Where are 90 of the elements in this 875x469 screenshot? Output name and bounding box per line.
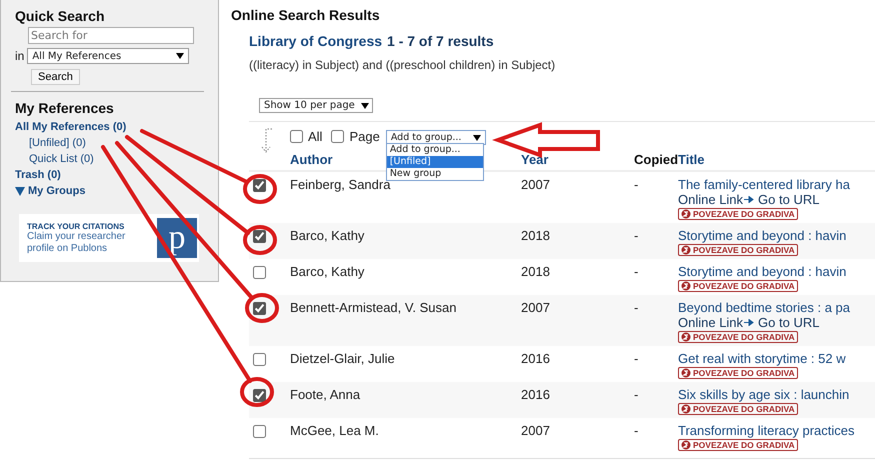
year-cell: 2018 — [521, 228, 550, 243]
source-link[interactable]: Library of Congress — [249, 33, 382, 49]
copied-cell: - — [634, 387, 638, 402]
reference-link[interactable]: Trash (0) — [15, 167, 218, 183]
expanded-triangle-icon[interactable] — [15, 186, 25, 196]
row-checkbox[interactable] — [253, 230, 266, 243]
arrow-icon — [744, 319, 754, 326]
author-cell: Bennett-Armistead, V. Susan — [290, 300, 456, 315]
title-link[interactable]: Beyond bedtime stories : a pa — [678, 300, 850, 315]
promo-banner[interactable]: TRACK YOUR CITATIONS Claim your researcher profile on Publons p — [19, 214, 199, 262]
title-link[interactable]: The family-centered library ha — [678, 177, 850, 192]
author-cell: Barco, Kathy — [290, 228, 364, 243]
author-cell: Barco, Kathy — [290, 264, 364, 279]
url-link[interactable]: Go to URL — [758, 192, 820, 207]
promo-heading: TRACK YOUR CITATIONS — [27, 222, 126, 230]
online-link-label: Online Link — [678, 192, 744, 207]
row-checkbox[interactable] — [253, 302, 266, 315]
copied-cell: - — [634, 177, 638, 192]
link-badge[interactable]: POVEZAVE DO GRADIVA — [678, 403, 798, 415]
column-header[interactable]: Title — [678, 152, 704, 167]
link-badge[interactable]: POVEZAVE DO GRADIVA — [678, 244, 798, 256]
reference-link[interactable]: All My References (0) — [15, 119, 218, 135]
year-cell: 2007 — [521, 177, 550, 192]
year-cell: 2016 — [521, 351, 550, 366]
checkbox-label: Page — [349, 129, 380, 144]
link-badge[interactable]: POVEZAVE DO GRADIVA — [678, 280, 798, 292]
url-link[interactable]: Go to URL — [758, 315, 820, 330]
year-cell: 2016 — [521, 387, 550, 402]
page-title: Online Search Results — [231, 7, 381, 23]
search-field[interactable]: Search for — [28, 27, 194, 44]
title-link[interactable]: Get real with storytime : 52 w — [678, 351, 846, 366]
logo-icon — [681, 332, 691, 342]
online-link-label: Online Link — [678, 315, 744, 330]
logo-icon — [681, 245, 691, 255]
year-cell: 2018 — [521, 264, 550, 279]
copied-cell: - — [634, 228, 638, 243]
search-button[interactable]: Search — [31, 69, 80, 85]
title-link[interactable]: Storytime and beyond : havin — [678, 264, 846, 279]
author-cell: Dietzel-Glair, Julie — [290, 351, 395, 366]
copied-cell: - — [634, 300, 638, 315]
row-checkbox[interactable] — [253, 266, 266, 279]
copied-cell: - — [634, 423, 638, 438]
column-header: Copied — [634, 152, 678, 167]
per-page-select[interactable]: Show 10 per page — [259, 98, 373, 113]
dropdown-arrow-icon — [360, 102, 369, 108]
author-cell: McGee, Lea M. — [290, 423, 379, 438]
reference-link[interactable]: Quick List (0) — [29, 151, 218, 167]
column-header[interactable]: Year — [521, 152, 548, 167]
title-link[interactable]: Storytime and beyond : havin — [678, 228, 846, 243]
author-cell: Feinberg, Sandra — [290, 177, 390, 192]
copied-cell: - — [634, 351, 638, 366]
dropdown-option[interactable]: [Unfiled] — [386, 156, 483, 168]
author-cell: Foote, Anna — [290, 387, 360, 402]
column-header[interactable]: Author — [290, 152, 333, 167]
select-page-checkbox[interactable] — [331, 130, 344, 143]
select-all-checkbox[interactable] — [290, 130, 303, 143]
title-link[interactable]: Six skills by age six : launchin — [678, 387, 850, 402]
copied-cell: - — [634, 264, 638, 279]
result-count: 1 - 7 of 7 results — [387, 33, 494, 49]
logo-icon — [681, 368, 691, 378]
year-cell: 2007 — [521, 300, 550, 315]
row-checkbox[interactable] — [253, 179, 266, 192]
row-checkbox[interactable] — [253, 425, 266, 438]
group-link[interactable]: My Groups — [28, 183, 86, 199]
section-title: Quick Search — [15, 8, 106, 24]
link-badge[interactable]: POVEZAVE DO GRADIVA — [678, 331, 798, 343]
section-title: My References — [15, 100, 115, 116]
dropdown-arrow-icon — [176, 53, 184, 59]
link-badge[interactable]: POVEZAVE DO GRADIVA — [678, 439, 798, 451]
row-checkbox[interactable] — [253, 389, 266, 402]
checkbox-label: All — [308, 129, 322, 144]
logo-icon — [681, 281, 691, 291]
promo-text: Claim your researcher profile on Publons — [27, 230, 126, 254]
title-link[interactable]: Transforming literacy practices — [678, 423, 855, 438]
scope-select[interactable]: All My References — [27, 48, 190, 64]
link-badge[interactable]: POVEZAVE DO GRADIVA — [678, 367, 798, 379]
in-label: in — [15, 49, 24, 63]
dotted-arrow-icon — [259, 128, 273, 154]
dropdown-arrow-icon — [472, 134, 481, 140]
dropdown-option[interactable]: Add to group... — [386, 144, 483, 156]
link-badge[interactable]: POVEZAVE DO GRADIVA — [678, 208, 798, 220]
year-cell: 2007 — [521, 423, 550, 438]
logo-icon — [681, 404, 691, 414]
logo-icon — [681, 440, 691, 450]
arrow-icon — [744, 196, 754, 203]
logo-icon — [681, 209, 691, 219]
dropdown-option[interactable]: New group — [386, 168, 483, 180]
reference-link[interactable]: [Unfiled] (0) — [29, 135, 218, 151]
row-checkbox[interactable] — [253, 353, 266, 366]
query-text: ((literacy) in Subject) and ((preschool children) in Subject) — [249, 58, 556, 72]
